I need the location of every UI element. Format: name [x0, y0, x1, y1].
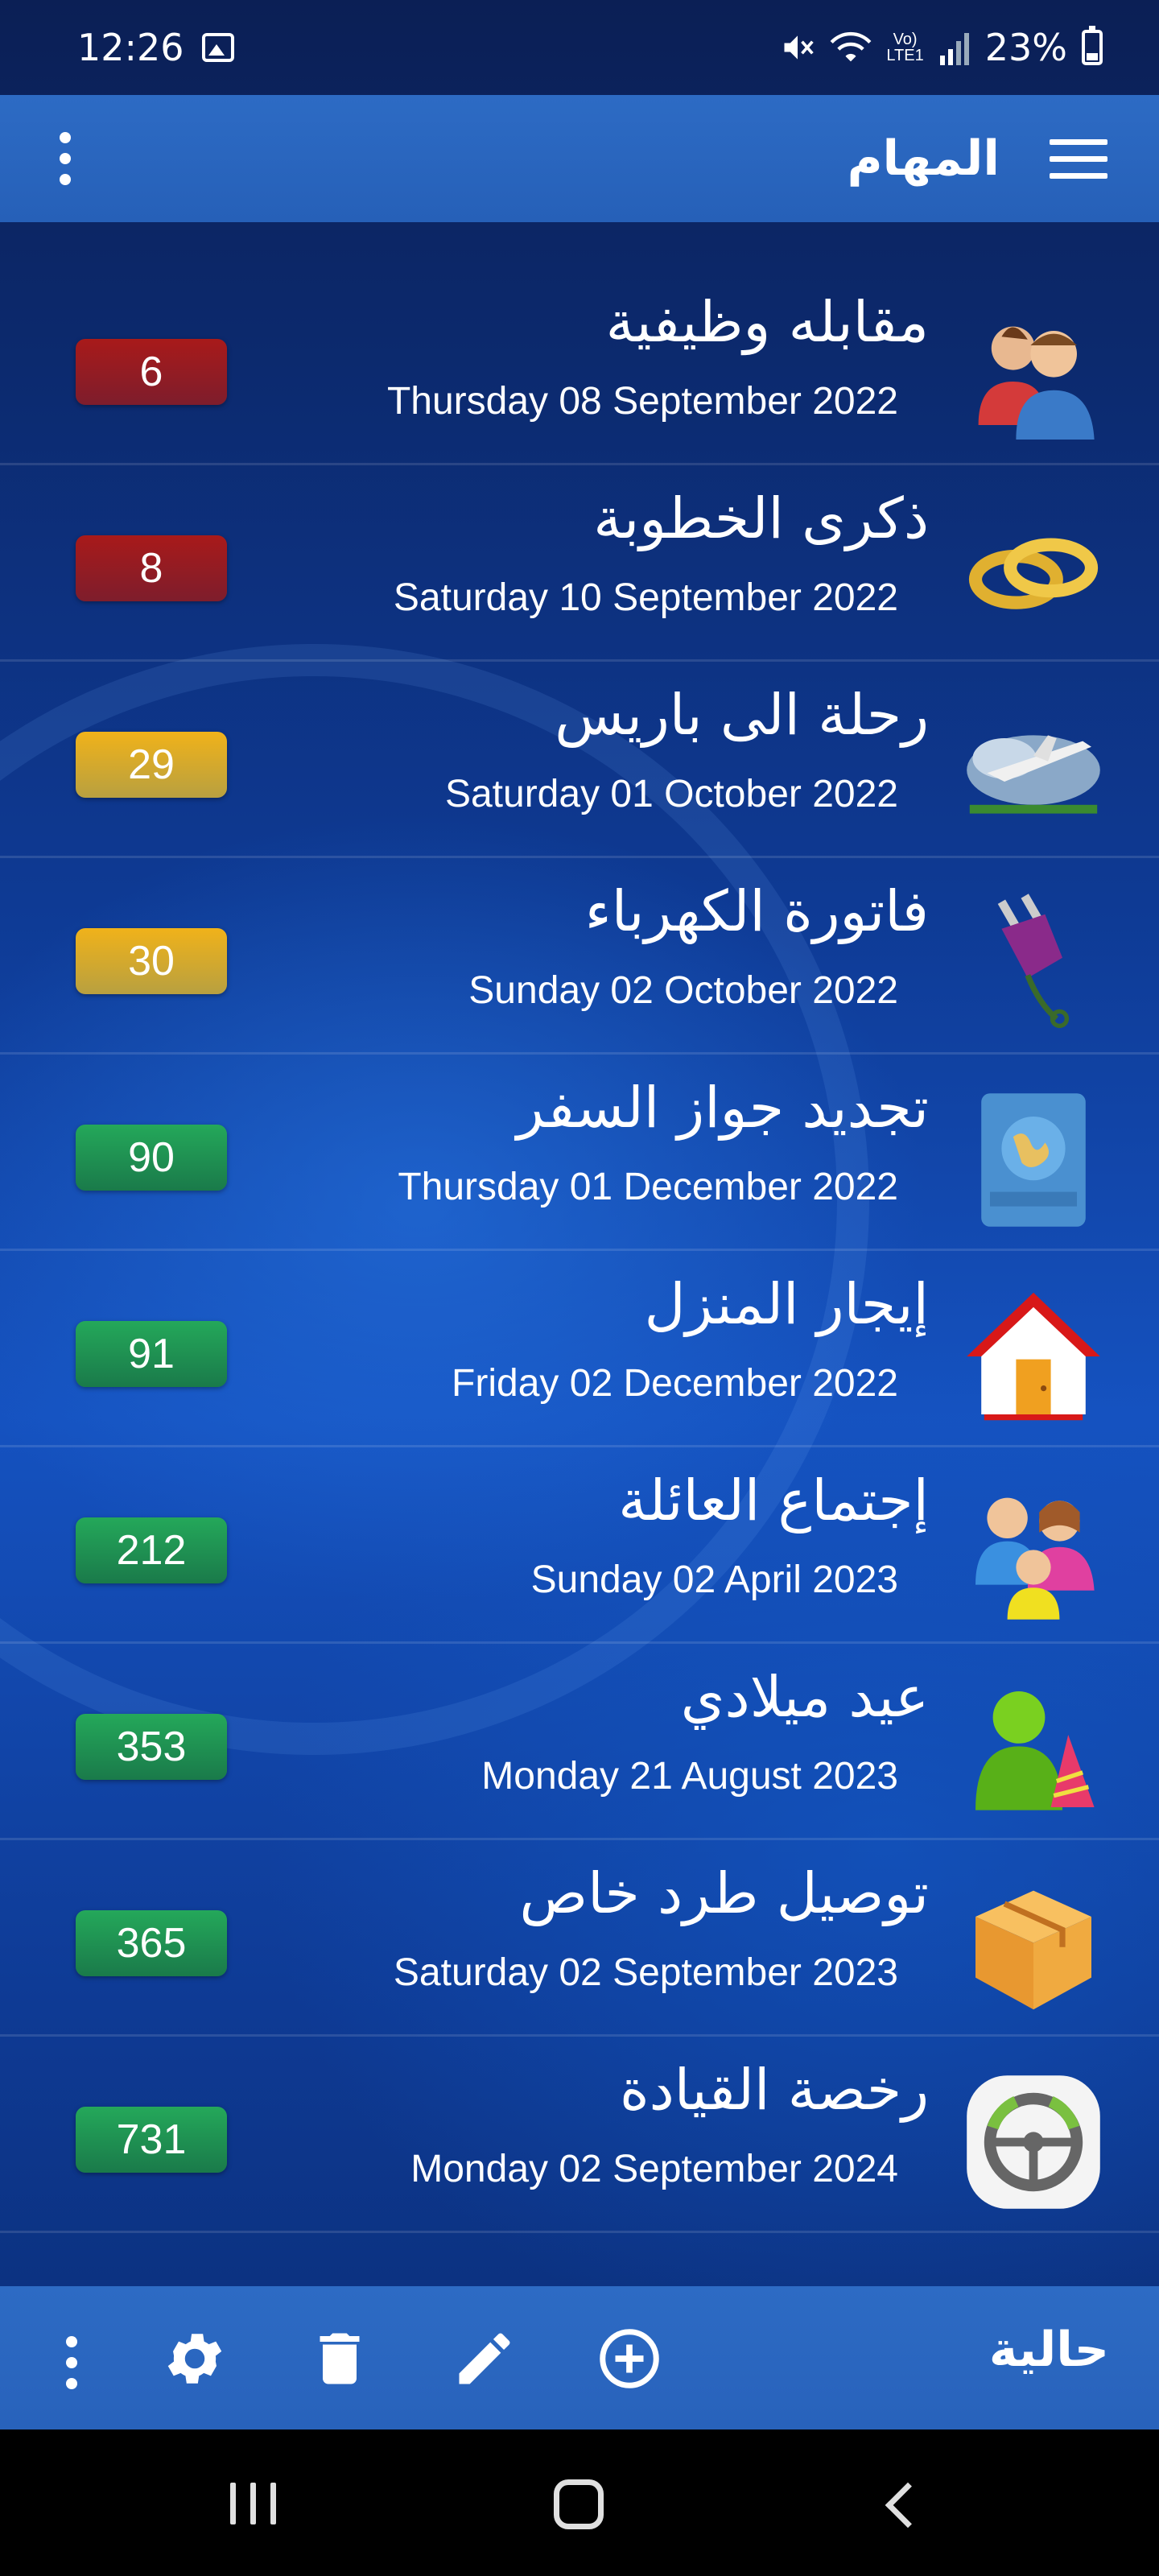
task-name: عيد ميلادي	[680, 1664, 929, 1730]
task-row[interactable]: 731 رخصة القيادة Monday 02 September 202…	[0, 2037, 1159, 2233]
people-icon	[961, 302, 1106, 447]
days-badge: 731	[76, 2107, 227, 2173]
battery-icon	[1082, 26, 1103, 65]
days-badge: 8	[76, 535, 227, 601]
wifi-icon	[831, 31, 872, 62]
passport-icon	[961, 1088, 1106, 1232]
task-row[interactable]: 30 فاتورة الكهرباء Sunday 02 October 202…	[0, 858, 1159, 1055]
task-date: Sunday 02 April 2023	[530, 1558, 898, 1601]
task-date: Sunday 02 October 2022	[468, 969, 898, 1012]
task-name: فاتورة الكهرباء	[584, 878, 929, 944]
app-bar: المهام	[0, 95, 1159, 222]
days-badge: 353	[76, 1714, 227, 1780]
birthday-icon	[961, 1677, 1106, 1822]
delete-icon[interactable]	[306, 2325, 373, 2392]
task-date: Saturday 10 September 2022	[393, 576, 898, 619]
task-row[interactable]: 6 مقابله وظيفية Thursday 08 September 20…	[0, 222, 1159, 465]
plug-icon	[961, 891, 1106, 1036]
back-icon[interactable]	[885, 2482, 931, 2529]
task-row[interactable]: 8 ذكرى الخطوبة Saturday 10 September 202…	[0, 465, 1159, 662]
task-date: Friday 02 December 2022	[452, 1362, 898, 1405]
task-name: مقابله وظيفية	[605, 289, 929, 355]
rings-icon	[961, 498, 1106, 643]
volte-icon: Vo) LTE1	[886, 31, 924, 64]
task-date: Saturday 01 October 2022	[444, 773, 898, 815]
house-icon	[961, 1284, 1106, 1429]
task-date: Monday 21 August 2023	[481, 1755, 898, 1798]
page-title: المهام	[847, 130, 1000, 187]
airplane-icon	[961, 695, 1106, 840]
more-vert-icon[interactable]	[48, 124, 82, 193]
image-icon	[201, 33, 234, 62]
days-badge: 365	[76, 1910, 227, 1976]
status-time: 12:26	[77, 26, 184, 69]
task-row[interactable]: 212 إجتماع العائلة Sunday 02 April 2023	[0, 1447, 1159, 1644]
days-badge: 90	[76, 1125, 227, 1191]
days-badge: 30	[76, 928, 227, 994]
mute-icon	[784, 35, 815, 60]
task-name: رحلة الى باريس	[555, 682, 929, 748]
task-list: 6 مقابله وظيفية Thursday 08 September 20…	[0, 222, 1159, 2233]
task-name: رخصة القيادة	[619, 2057, 929, 2123]
recent-apps-icon[interactable]	[230, 2483, 276, 2524]
days-badge: 29	[76, 732, 227, 798]
signal-icon	[939, 33, 969, 65]
task-date: Saturday 02 September 2023	[393, 1951, 898, 1994]
battery-percent: 23%	[984, 26, 1067, 69]
hamburger-icon[interactable]	[1050, 138, 1107, 179]
bottom-toolbar: حالية	[0, 2286, 1159, 2429]
task-row[interactable]: 91 إيجار المنزل Friday 02 December 2022	[0, 1251, 1159, 1447]
add-circle-icon[interactable]	[596, 2325, 663, 2392]
task-row[interactable]: 29 رحلة الى باريس Saturday 01 October 20…	[0, 662, 1159, 858]
status-bar: 12:26 Vo) LTE1 23%	[0, 0, 1159, 95]
days-badge: 212	[76, 1517, 227, 1583]
more-vert-icon[interactable]	[55, 2328, 89, 2397]
task-name: تجديد جواز السفر	[516, 1075, 929, 1141]
task-date: Monday 02 September 2024	[410, 2148, 898, 2190]
family-icon	[961, 1480, 1106, 1625]
task-name: إجتماع العائلة	[618, 1468, 929, 1534]
filter-label[interactable]: حالية	[989, 2322, 1109, 2378]
task-row[interactable]: 353 عيد ميلادي Monday 21 August 2023	[0, 1644, 1159, 1840]
days-badge: 91	[76, 1321, 227, 1387]
task-row[interactable]: 90 تجديد جواز السفر Thursday 01 December…	[0, 1055, 1159, 1251]
home-icon[interactable]	[554, 2479, 604, 2529]
task-date: Thursday 08 September 2022	[386, 380, 898, 423]
system-nav-bar	[0, 2429, 1159, 2576]
package-icon	[961, 1873, 1106, 2018]
steering-wheel-icon	[961, 2070, 1106, 2215]
task-row[interactable]: 365 توصيل طرد خاص Saturday 02 September …	[0, 1840, 1159, 2037]
days-badge: 6	[76, 339, 227, 405]
task-name: ذكرى الخطوبة	[593, 485, 929, 551]
settings-icon[interactable]	[161, 2325, 229, 2392]
task-date: Thursday 01 December 2022	[398, 1166, 898, 1208]
task-name: توصيل طرد خاص	[519, 1860, 929, 1926]
edit-icon[interactable]	[451, 2325, 518, 2392]
task-name: إيجار المنزل	[644, 1271, 929, 1337]
